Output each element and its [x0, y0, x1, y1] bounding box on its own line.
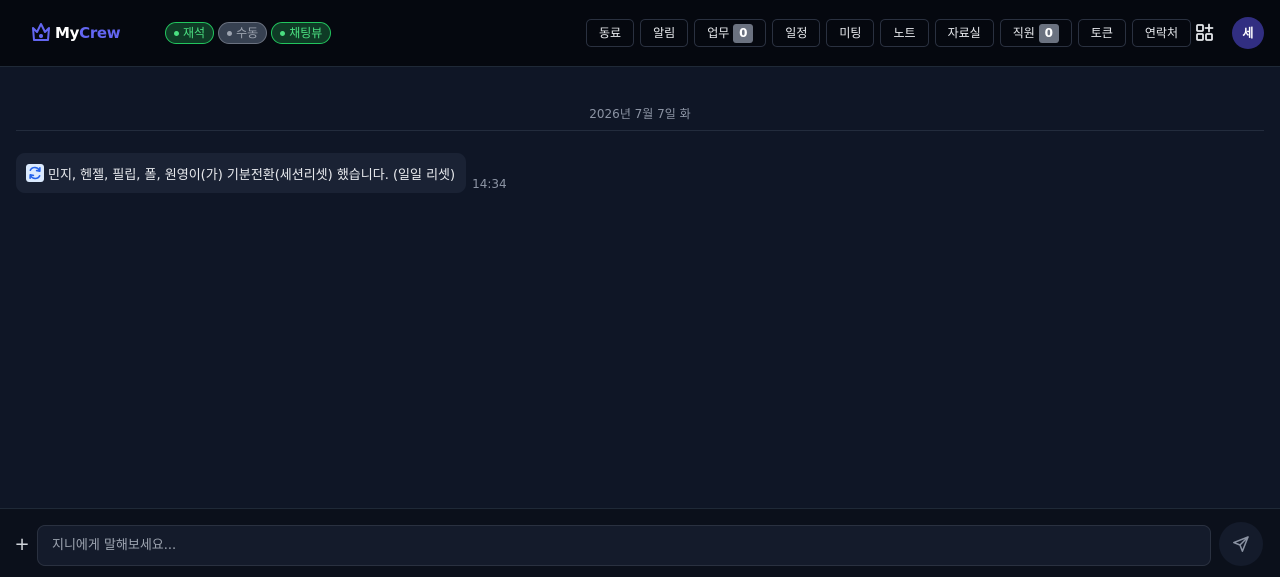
chat-message-row: 민지, 헨젤, 필립, 폴, 원영이(가) 기분전환(세션리셋) 했습니다. (… — [16, 153, 507, 193]
nav-meeting-button[interactable]: 미팅 — [826, 19, 875, 47]
date-divider — [16, 130, 1264, 131]
nav-notes-button[interactable]: 노트 — [880, 19, 929, 47]
message-input[interactable] — [37, 525, 1211, 566]
nav-library-button[interactable]: 자료실 — [934, 19, 994, 47]
user-avatar[interactable]: 세 — [1232, 17, 1264, 49]
status-badge-chat-view[interactable]: 채팅뷰 — [271, 22, 332, 44]
status-dot-icon — [174, 30, 179, 36]
nav-staff-button[interactable]: 직원 0 — [999, 19, 1072, 47]
app-window: MyCrew 재석 수동 채팅뷰 동료 알림 업무0 일정 미팅 노트 자료실 — [0, 0, 1280, 577]
tasks-count-badge: 0 — [733, 23, 754, 43]
status-badge-manual[interactable]: 수동 — [218, 22, 268, 44]
nav-alerts-button[interactable]: 알림 — [640, 19, 689, 47]
status-badges: 재석 수동 채팅뷰 — [165, 22, 332, 44]
nav-tokens-button[interactable]: 토큰 — [1077, 19, 1126, 47]
status-dot-icon — [227, 30, 233, 36]
status-badge-present[interactable]: 재석 — [165, 22, 215, 44]
message-text: 민지, 헨젤, 필립, 폴, 원영이(가) 기분전환(세션리셋) 했습니다. (… — [48, 167, 456, 183]
logo-text: MyCrew — [55, 24, 121, 42]
top-header: MyCrew 재석 수동 채팅뷰 동료 알림 업무0 일정 미팅 노트 자료실 — [0, 0, 1280, 67]
crown-logo-icon — [32, 23, 50, 41]
nav-tasks-button[interactable]: 업무 0 — [694, 19, 767, 47]
mycrew-logo[interactable]: MyCrew — [30, 20, 121, 46]
status-dot-icon — [280, 30, 286, 36]
plus-icon[interactable]: + — [14, 536, 30, 554]
send-button[interactable] — [1219, 522, 1263, 566]
refresh-icon — [26, 164, 44, 182]
main-nav: 동료 알림 업무 0 일정 미팅 노트 자료실 직원 0 토큰 연락처 — [586, 19, 1191, 47]
message-composer: + — [0, 508, 1280, 577]
system-message-bubble: 민지, 헨젤, 필립, 폴, 원영이(가) 기분전환(세션리셋) 했습니다. (… — [16, 153, 467, 193]
send-icon — [1233, 536, 1249, 552]
nav-colleagues-button[interactable]: 동료 — [586, 19, 635, 47]
apps-add-icon[interactable] — [1194, 22, 1216, 44]
date-separator-label: 2026년 7월 7일 화 — [589, 107, 691, 121]
nav-schedule-button[interactable]: 일정 — [772, 19, 821, 47]
staff-count-badge: 0 — [1038, 23, 1059, 43]
message-timestamp: 14:34 — [472, 177, 507, 191]
nav-contacts-button[interactable]: 연락처 — [1131, 19, 1191, 47]
